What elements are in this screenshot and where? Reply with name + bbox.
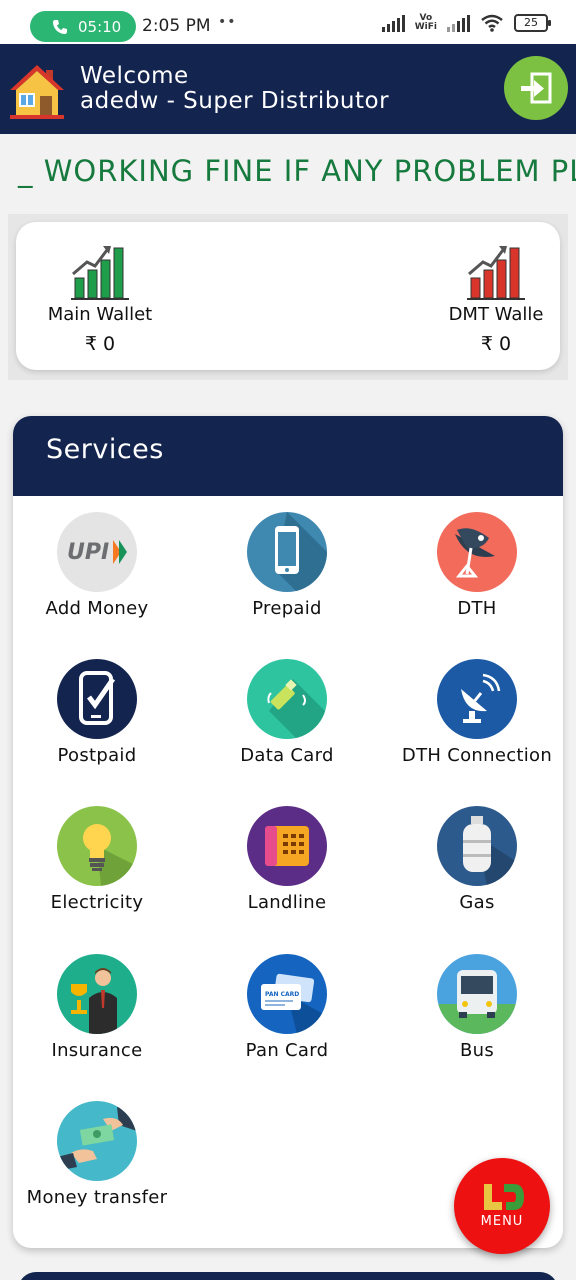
- services-panel: Services UPI Add Money Prepaid DTH Postp…: [13, 416, 563, 1248]
- status-bar: 05:10 2:05 PM •• Vo WiFi 25: [0, 0, 576, 44]
- upi-icon: UPI: [57, 512, 137, 592]
- service-label: DTH: [457, 598, 497, 619]
- service-label: Postpaid: [57, 745, 137, 766]
- service-label: Add Money: [45, 598, 149, 619]
- service-label: Insurance: [51, 1040, 143, 1061]
- bottom-panel-edge: [18, 1272, 558, 1280]
- dmt-wallet-amount: ₹ 0: [480, 333, 512, 355]
- money-transfer-icon: [57, 1101, 137, 1181]
- mobile-check-icon: [57, 659, 137, 739]
- service-label: Prepaid: [252, 598, 322, 619]
- battery-icon: 25: [514, 14, 551, 32]
- app-header: Welcome adedw - Super Distributor: [0, 44, 576, 134]
- dmt-wallet-label: DMT Walle: [448, 304, 544, 325]
- service-dth-connection[interactable]: DTH Connection: [385, 659, 563, 766]
- service-landline[interactable]: Landline: [195, 806, 379, 913]
- service-add-money[interactable]: UPI Add Money: [13, 512, 189, 619]
- signal-icon-2: [447, 14, 470, 32]
- wallet-card: Main Wallet ₹ 0 DMT Walle ₹ 0: [16, 222, 560, 370]
- service-bus[interactable]: Bus: [385, 954, 563, 1061]
- service-label: DTH Connection: [401, 745, 553, 766]
- service-label: Pan Card: [245, 1040, 329, 1061]
- welcome-label: Welcome: [80, 63, 189, 89]
- service-label: Gas: [459, 892, 495, 913]
- service-postpaid[interactable]: Postpaid: [13, 659, 189, 766]
- main-wallet[interactable]: Main Wallet ₹ 0: [30, 240, 170, 355]
- ongoing-call-pill[interactable]: 05:10: [30, 11, 136, 42]
- logout-icon: [521, 72, 552, 104]
- announcement-marquee: _ WORKING FINE IF ANY PROBLEM PL: [0, 150, 576, 196]
- service-electricity[interactable]: Electricity: [13, 806, 189, 913]
- services-title: Services: [13, 416, 563, 496]
- phone-icon: [53, 19, 67, 34]
- notification-dots: ••: [218, 14, 237, 30]
- menu-button[interactable]: MENU: [454, 1158, 550, 1254]
- welcome-text: Welcome adedw - Super Distributor: [80, 64, 389, 114]
- user-name: adedw - Super Distributor: [80, 88, 390, 114]
- svg-text:PAN CARD: PAN CARD: [265, 991, 299, 998]
- gas-cylinder-icon: [437, 806, 517, 886]
- dmt-wallet[interactable]: DMT Walle ₹ 0: [426, 240, 566, 355]
- menu-label: MENU: [480, 1214, 524, 1229]
- service-label: Landline: [247, 892, 327, 913]
- service-prepaid[interactable]: Prepaid: [195, 512, 379, 619]
- mobile-phone-icon: [247, 512, 327, 592]
- service-data-card[interactable]: Data Card: [195, 659, 379, 766]
- green-growth-chart-icon: [71, 246, 129, 300]
- service-label: Bus: [459, 1040, 495, 1061]
- service-label: Money transfer: [26, 1187, 168, 1208]
- svg-text:UPI: UPI: [67, 540, 109, 565]
- main-wallet-amount: ₹ 0: [84, 333, 116, 355]
- dish-antenna-icon: [437, 659, 517, 739]
- light-bulb-icon: [57, 806, 137, 886]
- call-timer: 05:10: [78, 17, 122, 36]
- bus-icon: [437, 954, 517, 1034]
- vowifi-icon: Vo WiFi: [414, 13, 437, 32]
- service-pan-card[interactable]: PAN CARD Pan Card: [195, 954, 379, 1061]
- service-label: Data Card: [240, 745, 334, 766]
- logout-button[interactable]: [504, 56, 568, 120]
- home-icon[interactable]: [8, 62, 66, 120]
- brand-logo-icon: [484, 1184, 524, 1210]
- pan-card-icon: PAN CARD: [247, 954, 327, 1034]
- red-growth-chart-icon: [467, 246, 525, 300]
- service-dth[interactable]: DTH: [385, 512, 563, 619]
- status-icons: Vo WiFi 25: [381, 13, 551, 32]
- service-insurance[interactable]: Insurance: [13, 954, 189, 1061]
- service-gas[interactable]: Gas: [385, 806, 563, 913]
- service-label: Electricity: [50, 892, 144, 913]
- satellite-dish-icon: [437, 512, 517, 592]
- marquee-text: _ WORKING FINE IF ANY PROBLEM PL: [18, 154, 576, 188]
- insurance-agent-icon: [57, 954, 137, 1034]
- landline-phone-icon: [247, 806, 327, 886]
- usb-datacard-icon: [247, 659, 327, 739]
- main-wallet-label: Main Wallet: [47, 304, 153, 325]
- clock: 2:05 PM: [142, 16, 211, 36]
- service-money-transfer[interactable]: Money transfer: [13, 1101, 189, 1208]
- signal-icon: [381, 14, 405, 32]
- wifi-icon: [481, 14, 503, 32]
